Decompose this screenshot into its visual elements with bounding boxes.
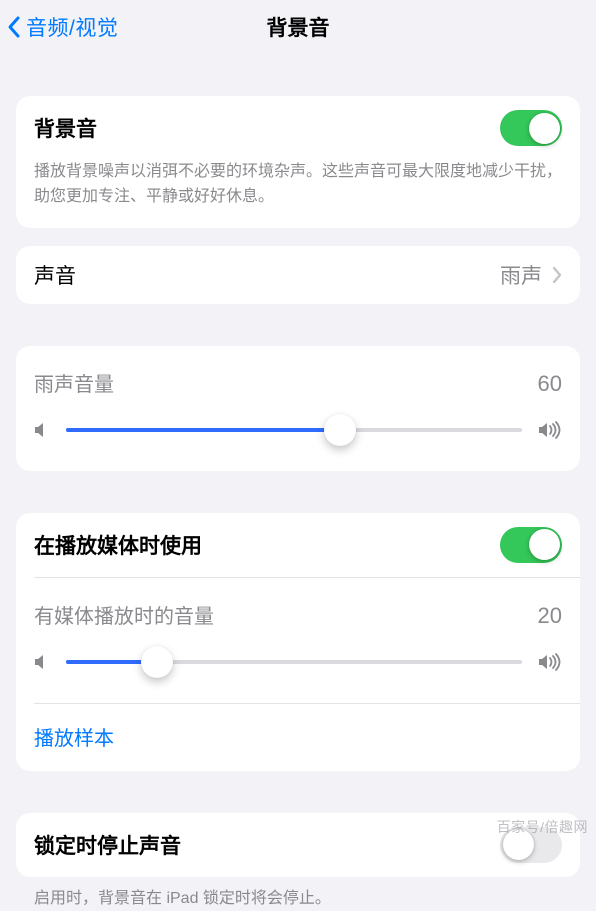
row-play-sample[interactable]: 播放样本 <box>16 704 580 771</box>
chevron-right-icon <box>552 266 562 284</box>
volume-header: 雨声音量 60 <box>16 346 580 403</box>
speaker-low-icon <box>34 653 50 671</box>
footnote-background-sound: 播放背景噪声以消弭不必要的环境杂声。这些声音可最大限度地减少干扰，助您更加专注、… <box>16 160 580 228</box>
label-volume: 雨声音量 <box>34 368 114 397</box>
speaker-high-icon <box>538 421 562 439</box>
slider-thumb[interactable] <box>324 414 356 446</box>
card-sound: 声音 雨声 <box>16 246 580 304</box>
row-use-with-media: 在播放媒体时使用 <box>16 513 580 577</box>
navbar: 音频/视觉 背景音 <box>0 0 596 54</box>
slider-row-media <box>16 635 580 703</box>
speaker-high-icon <box>538 653 562 671</box>
label-background-sound: 背景音 <box>34 113 500 143</box>
back-button[interactable]: 音频/视觉 <box>0 12 118 42</box>
toggle-use-with-media[interactable] <box>500 527 562 563</box>
label-use-with-media: 在播放媒体时使用 <box>34 530 500 560</box>
label-sound: 声音 <box>34 260 500 290</box>
label-media-volume: 有媒体播放时的音量 <box>34 600 214 629</box>
footnote-stop-on-lock: 启用时，背景音在 iPad 锁定时将会停止。 <box>16 877 580 911</box>
media-volume-header: 有媒体播放时的音量 20 <box>16 578 580 635</box>
toggle-knob <box>529 529 560 560</box>
slider-media-volume[interactable] <box>66 647 522 677</box>
card-master: 背景音 播放背景噪声以消弭不必要的环境杂声。这些声音可最大限度地减少干扰，助您更… <box>16 96 580 228</box>
row-background-sound-toggle: 背景音 <box>16 96 580 160</box>
card-volume: 雨声音量 60 <box>16 346 580 471</box>
slider-row-volume <box>16 403 580 471</box>
slider-volume[interactable] <box>66 415 522 445</box>
value-volume: 60 <box>538 371 562 397</box>
play-sample-button[interactable]: 播放样本 <box>34 728 114 750</box>
value-sound: 雨声 <box>500 260 542 290</box>
speaker-low-icon <box>34 421 50 439</box>
toggle-knob <box>529 113 560 144</box>
toggle-background-sound[interactable] <box>500 110 562 146</box>
card-media: 在播放媒体时使用 有媒体播放时的音量 20 <box>16 513 580 771</box>
slider-thumb[interactable] <box>141 646 173 678</box>
watermark: 百家号/倍趣网 <box>497 817 588 837</box>
value-media-volume: 20 <box>538 603 562 629</box>
row-sound[interactable]: 声音 雨声 <box>16 246 580 304</box>
chevron-left-icon <box>6 15 22 39</box>
slider-fill <box>66 428 340 432</box>
back-label: 音频/视觉 <box>26 12 118 42</box>
